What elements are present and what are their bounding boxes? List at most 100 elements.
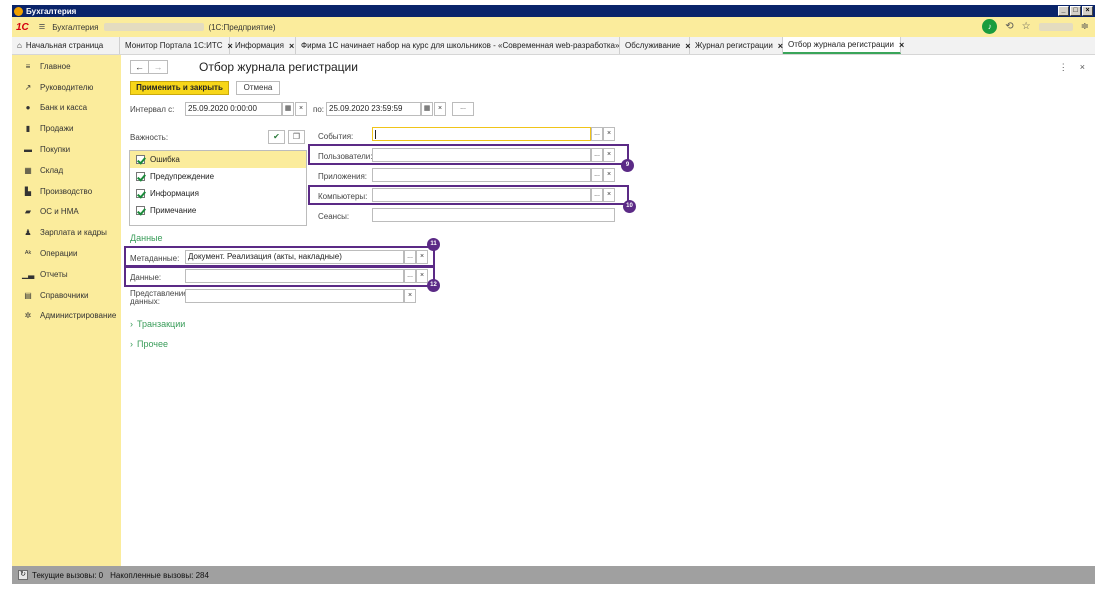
tab-label: Журнал регистрации [695, 41, 773, 50]
settings-icon[interactable]: ≑ [1081, 21, 1089, 32]
main-menu-icon[interactable]: ≡ [39, 21, 45, 33]
sidebar-item-purchases[interactable]: ▬ Покупки [12, 139, 121, 160]
list-item[interactable]: Предупреждение [130, 168, 306, 185]
performance-icon[interactable]: ↻ [18, 570, 28, 580]
sidebar-item-operations[interactable]: ᴬᵏ Операции [12, 243, 121, 264]
tab-event-log-filter[interactable]: Отбор журнала регистрации × [783, 37, 904, 54]
person-icon: ♟ [24, 228, 32, 238]
group-label: Транзакции [137, 319, 186, 329]
maximize-button[interactable]: □ [1070, 6, 1081, 16]
sidebar-item-salary[interactable]: ♟ Зарплата и кадры [12, 222, 121, 243]
accumulated-calls: Накопленные вызовы: 284 [110, 570, 209, 580]
list-item[interactable]: Примечание [130, 202, 306, 219]
data-representation-field[interactable] [185, 289, 404, 303]
sidebar-item-main[interactable]: ≡ Главное [12, 56, 121, 77]
back-button[interactable]: ← [130, 60, 149, 74]
tab-event-log[interactable]: Журнал регистрации × [690, 37, 783, 54]
close-icon[interactable]: × [1080, 62, 1085, 73]
clear-icon[interactable]: × [404, 289, 416, 303]
importance-label: Важность: [130, 133, 169, 142]
app-icon [14, 6, 23, 16]
1c-logo: 1С [16, 21, 29, 33]
period-select-button[interactable]: ... [452, 102, 474, 116]
sidebar-item-manager[interactable]: ↗ Руководителю [12, 77, 121, 98]
tab-label: Монитор Портала 1С:ИТС [125, 41, 223, 50]
checkbox[interactable] [136, 155, 145, 164]
interval-from-field[interactable]: 25.09.2020 0:00:00 [185, 102, 282, 116]
select-button[interactable]: ... [591, 168, 603, 182]
close-window-button[interactable]: × [1082, 6, 1093, 16]
home-icon: ⌂ [17, 41, 22, 50]
app-name: Бухгалтерия [52, 22, 99, 32]
events-label: События: [318, 132, 354, 141]
select-button[interactable]: ... [591, 127, 603, 141]
interval-to-field[interactable]: 25.09.2020 23:59:59 [326, 102, 421, 116]
sidebar-item-catalogs[interactable]: ▤ Справочники [12, 285, 121, 306]
tab-home[interactable]: ⌂ Начальная страница [12, 37, 120, 54]
uncheck-all-button[interactable]: ❐ [288, 130, 305, 144]
sidebar-item-label: Справочники [40, 290, 89, 300]
close-icon[interactable]: × [899, 40, 904, 50]
clear-icon[interactable]: × [295, 102, 307, 116]
menu-icon: ≡ [25, 61, 31, 71]
sidebar-item-label: Производство [40, 186, 93, 196]
chevron-right-icon: › [130, 339, 133, 349]
tab-bar: ⌂ Начальная страница Монитор Портала 1С:… [12, 37, 1095, 55]
tab-information[interactable]: Информация × [230, 37, 296, 54]
tab-maintenance[interactable]: Обслуживание × [620, 37, 691, 54]
blurred-user-name[interactable] [1038, 22, 1073, 31]
history-icon[interactable]: ⟲ [1005, 21, 1013, 32]
events-field[interactable] [372, 127, 591, 141]
tab-news[interactable]: Фирма 1С начинает набор на курс для школ… [296, 37, 620, 54]
checkbox[interactable] [136, 172, 145, 181]
close-icon[interactable]: × [289, 41, 294, 51]
list-item[interactable]: Информация [130, 185, 306, 202]
page-title: Отбор журнала регистрации [199, 60, 358, 74]
app-bar: 1С ≡ Бухгалтерия (1С:Предприятие) ♪ ⟲ ☆ … [12, 17, 1095, 37]
other-group[interactable]: › Прочее [130, 339, 168, 349]
sidebar-item-warehouse[interactable]: ▦ Склад [12, 160, 121, 181]
window-title-bar: Бухгалтерия _ □ × [12, 5, 1095, 17]
applications-field[interactable] [372, 168, 591, 182]
star-icon[interactable]: ☆ [1022, 21, 1031, 32]
sidebar-item-bank[interactable]: ● Банк и касса [12, 98, 121, 119]
tab-its-monitor[interactable]: Монитор Портала 1С:ИТС × [120, 37, 233, 54]
apply-close-button[interactable]: Применить и закрыть [130, 81, 229, 95]
checkbox[interactable] [136, 189, 145, 198]
sidebar-item-sales[interactable]: ▮ Продажи [12, 118, 121, 139]
list-item[interactable]: Ошибка [130, 151, 306, 168]
window-controls: _ □ × [1058, 6, 1093, 16]
status-bar: ↻ Текущие вызовы: 0 Накопленные вызовы: … [12, 566, 1095, 584]
form-area: ← → Отбор журнала регистрации ⋮ × Примен… [121, 55, 1095, 566]
check-all-button[interactable]: ✔ [268, 130, 285, 144]
annotation-badge: 11 [427, 238, 440, 251]
checkbox[interactable] [136, 206, 145, 215]
sidebar-item-label: Руководителю [40, 82, 94, 92]
sidebar-item-reports[interactable]: ▁▃ Отчеты [12, 264, 121, 285]
trend-icon: ↗ [24, 82, 32, 92]
factory-icon: ▙ [24, 186, 32, 196]
annotation-badge: 10 [623, 200, 636, 213]
sidebar-item-label: Администрирование [40, 311, 117, 321]
sidebar-item-assets[interactable]: ▰ ОС и НМА [12, 202, 121, 223]
forward-button[interactable]: → [149, 60, 168, 74]
operations-icon: ᴬᵏ [24, 249, 32, 259]
minimize-button[interactable]: _ [1058, 6, 1069, 16]
calendar-icon[interactable]: ▦ [421, 102, 433, 116]
clear-icon[interactable]: × [434, 102, 446, 116]
sessions-field[interactable] [372, 208, 615, 222]
more-actions-icon[interactable]: ⋮ [1059, 62, 1068, 73]
sidebar-item-production[interactable]: ▙ Производство [12, 181, 121, 202]
truck-icon: ▰ [24, 207, 32, 217]
sidebar-item-label: Зарплата и кадры [40, 228, 107, 238]
cancel-button[interactable]: Отмена [236, 81, 280, 95]
clear-icon[interactable]: × [603, 168, 615, 182]
transactions-group[interactable]: › Транзакции [130, 319, 185, 329]
sidebar-item-admin[interactable]: ✲ Администрирование [12, 306, 121, 327]
list-item-label: Предупреждение [150, 172, 215, 181]
tab-label: Обслуживание [625, 41, 681, 50]
calendar-icon[interactable]: ▦ [282, 102, 294, 116]
clear-icon[interactable]: × [603, 127, 615, 141]
chevron-right-icon: › [130, 319, 133, 329]
bell-icon[interactable]: ♪ [982, 19, 998, 34]
